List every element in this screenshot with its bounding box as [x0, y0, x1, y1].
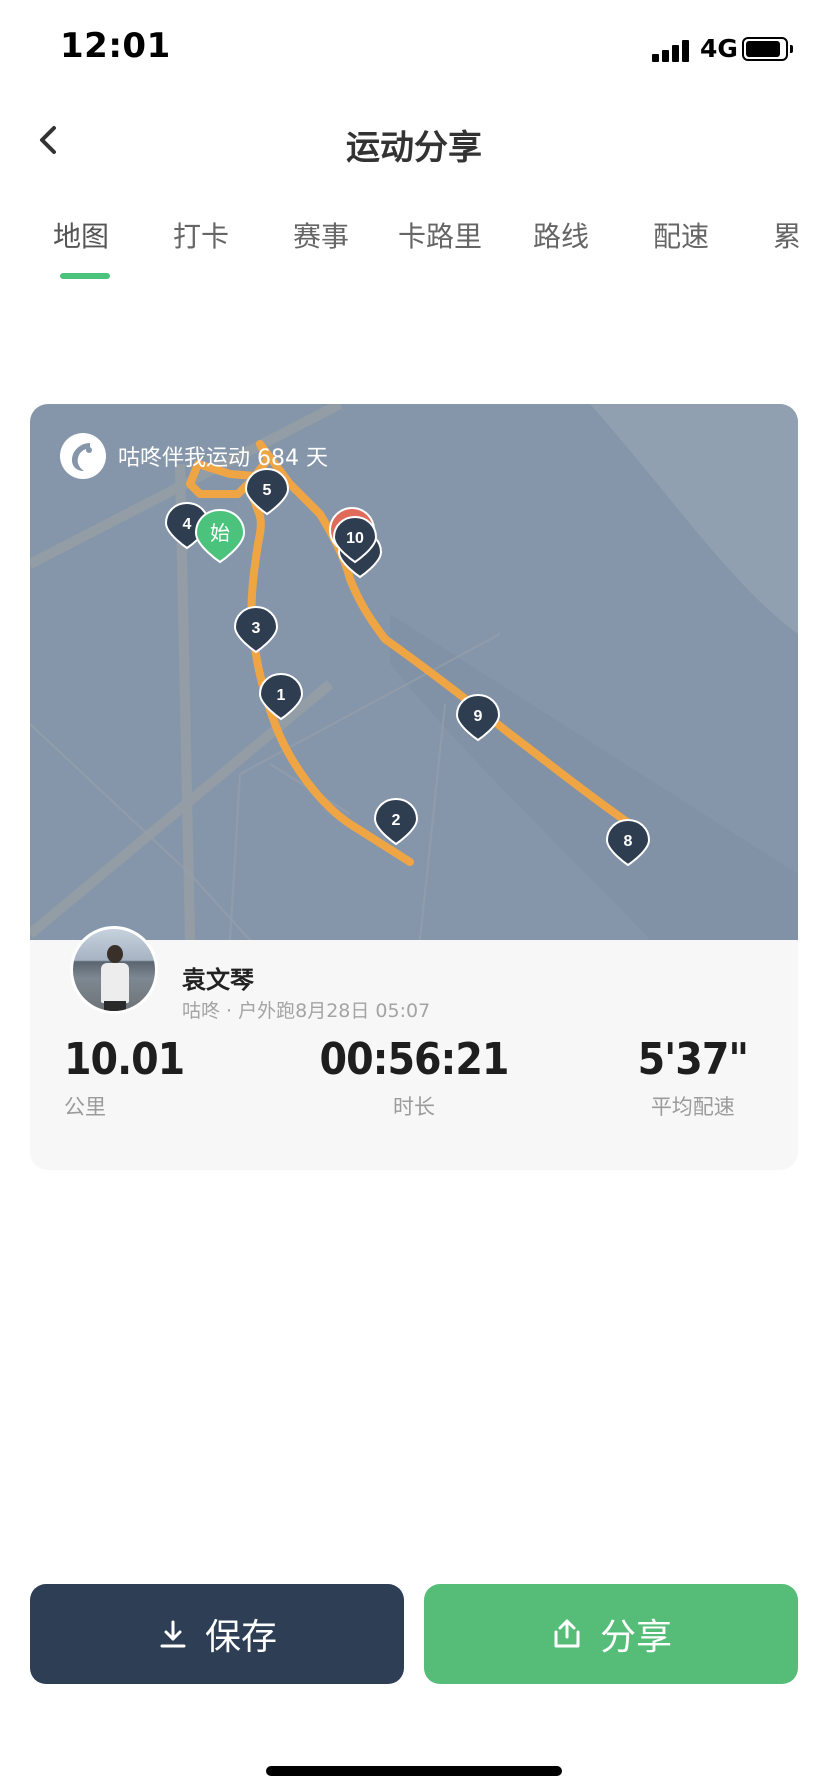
- km-marker-2[interactable]: 2: [373, 797, 419, 846]
- tab-checkin[interactable]: 打卡: [173, 215, 229, 255]
- codoon-logo-icon: [60, 433, 106, 479]
- svg-text:5: 5: [263, 482, 272, 499]
- svg-text:3: 3: [252, 620, 261, 637]
- svg-text:2: 2: [392, 812, 401, 829]
- svg-text:10: 10: [346, 530, 364, 547]
- svg-text:1: 1: [277, 687, 286, 704]
- tab-bar: 地图 打卡 赛事 卡路里 路线 配速 累: [0, 205, 828, 285]
- page-title: 运动分享: [346, 128, 482, 168]
- tab-active-indicator: [60, 273, 110, 279]
- download-icon: [160, 1620, 186, 1648]
- tab-pace[interactable]: 配速: [653, 215, 709, 255]
- share-icon: [554, 1619, 580, 1648]
- pace-label: 平均配速: [650, 1095, 735, 1119]
- tab-events[interactable]: 赛事: [293, 215, 349, 255]
- pace-value: 5'37": [637, 1034, 749, 1085]
- km-marker-3[interactable]: 3: [233, 605, 279, 654]
- avatar: [70, 926, 158, 1014]
- battery-icon: [742, 37, 793, 61]
- user-name: 袁文琴: [182, 966, 254, 994]
- stats-row: 10.01 公里 00:56:21 时长 5'37" 平均配速: [30, 1034, 798, 1154]
- save-button-label: 保存: [204, 1617, 277, 1658]
- route-map: 1 2 3 4 始 5 10 9 8 咕咚伴我运动 684 天: [30, 404, 798, 940]
- map-badge: 咕咚伴我运动 684 天: [60, 432, 328, 480]
- route-map-graphic: 1 2 3 4 始 5 10 9 8: [30, 404, 798, 940]
- days-with-app-text: 咕咚伴我运动 684 天: [118, 446, 328, 471]
- status-bar: 12:01 4G: [0, 0, 828, 100]
- signal-icon: [652, 38, 692, 62]
- status-time: 12:01: [60, 26, 171, 66]
- stat-pace: 5'37" 平均配速: [637, 1034, 749, 1121]
- tab-route[interactable]: 路线: [533, 215, 589, 255]
- start-marker[interactable]: 始: [194, 508, 246, 564]
- tab-calories[interactable]: 卡路里: [398, 215, 482, 255]
- svg-text:始: 始: [210, 521, 230, 545]
- nav-bar: 运动分享: [0, 100, 828, 180]
- tab-map[interactable]: 地图: [53, 215, 109, 255]
- svg-text:4: 4: [183, 516, 192, 533]
- activity-meta: 咕咚 · 户外跑8月28日 05:07: [182, 1000, 431, 1022]
- tab-cumulative[interactable]: 累: [773, 215, 801, 255]
- save-button[interactable]: 保存: [30, 1584, 404, 1684]
- share-button-label: 分享: [599, 1617, 672, 1658]
- share-card: 1 2 3 4 始 5 10 9 8 咕咚伴我运动 684 天 袁文琴 咕咚 ·…: [30, 404, 798, 1170]
- network-label: 4G: [700, 34, 738, 63]
- share-button[interactable]: 分享: [424, 1584, 798, 1684]
- home-indicator: [266, 1766, 562, 1776]
- svg-text:8: 8: [624, 833, 633, 850]
- svg-text:9: 9: [474, 708, 483, 725]
